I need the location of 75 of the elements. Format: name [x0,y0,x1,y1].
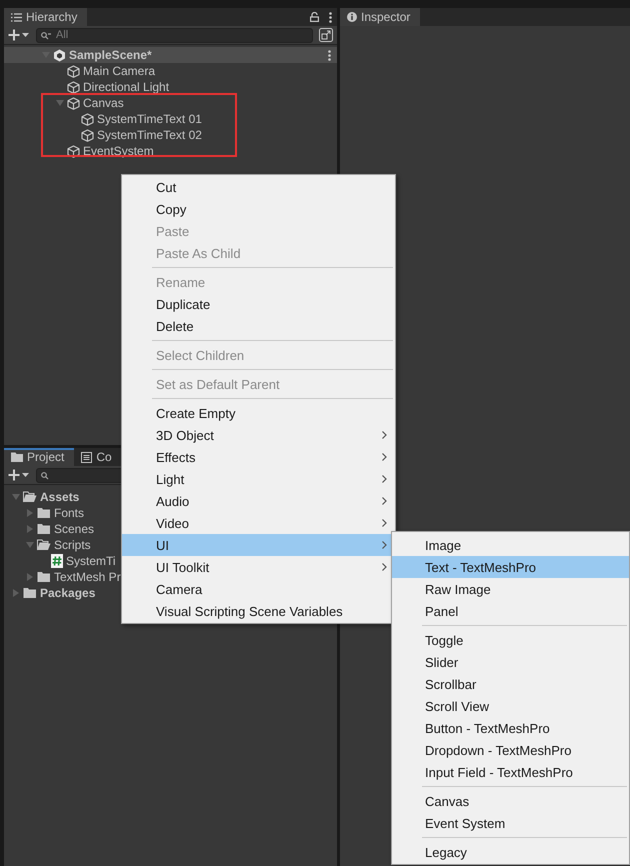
scene-icon [53,48,66,62]
folder-icon [37,523,51,535]
add-button[interactable] [8,469,30,481]
cube-icon [67,64,80,78]
more-icon[interactable] [328,50,331,60]
search-icon [41,32,51,40]
menu-item[interactable]: Panel [392,600,629,622]
folder-icon [37,507,51,519]
menu-item[interactable]: 3D Object [122,424,395,446]
search-icon [41,472,49,480]
menu-item[interactable]: Scroll View [392,695,629,717]
tree-item-label[interactable]: TextMesh Pr [54,570,121,584]
tree-item-label[interactable]: Directional Light [83,80,170,94]
tree-item-label[interactable]: SystemTimeText 01 [97,112,202,126]
add-button[interactable] [8,29,30,41]
open-folder-icon [37,539,51,551]
tree-item-label[interactable]: Main Camera [83,64,156,78]
menu-item[interactable]: Visual Scripting Scene Variables [122,600,395,622]
panel-tab[interactable]: Project [4,448,74,466]
console-icon [81,452,92,462]
lock-icon[interactable] [310,12,319,22]
tree-item-label[interactable]: Scenes [54,522,94,536]
cube-icon [81,128,94,142]
cube-icon [67,96,80,110]
menu-item[interactable]: Delete [122,315,395,337]
tree-item-label[interactable]: EventSystem [83,144,154,158]
tab-label: Hierarchy [26,10,78,24]
maximize-icon[interactable] [319,28,333,42]
cube-icon [81,112,94,126]
tab-label: Inspector [361,10,410,24]
menu-item[interactable]: Effects [122,446,395,468]
menu-item[interactable]: UI Toolkit [122,556,395,578]
info-icon [347,12,357,22]
menu-item[interactable]: Event System [392,812,629,834]
cube-icon [67,144,80,158]
menu-item[interactable]: Audio [122,490,395,512]
menu-item[interactable]: Camera [122,578,395,600]
menu-item[interactable]: Canvas [392,790,629,812]
menu-item[interactable]: Image [392,534,629,556]
script-icon [51,554,63,568]
hierarchy-tab[interactable]: Hierarchy [4,8,88,26]
search-field[interactable]: All [36,28,313,42]
tab-label: Project [27,450,64,464]
open-folder-icon [23,491,37,503]
menu-item[interactable]: Light [122,468,395,490]
menu-item[interactable]: Text - TextMeshPro [392,556,629,578]
folder-icon [23,587,37,599]
inspector-tab[interactable]: Inspector [340,8,420,26]
menu-item[interactable]: Video [122,512,395,534]
menu-item[interactable]: Button - TextMeshPro [392,717,629,739]
tree-item-label[interactable]: Assets [40,490,80,504]
menu-item[interactable]: Copy [122,198,395,220]
folder-icon [37,571,51,583]
tree-item-label[interactable]: Canvas [83,96,124,110]
folder-icon [11,452,23,462]
tab-label: Co [96,450,112,464]
menu-item[interactable]: Raw Image [392,578,629,600]
cube-icon [67,80,80,94]
menu-item[interactable]: Create Empty [122,402,395,424]
menu-item[interactable]: Toggle [392,629,629,651]
menu-item[interactable]: Legacy [392,841,629,863]
expand-arrow-icon[interactable] [56,99,64,107]
list-icon [11,12,22,22]
tree-item-label[interactable]: Packages [40,586,96,600]
menu-item[interactable]: Cut [122,176,395,198]
menu-item[interactable]: Dropdown - TextMeshPro [392,739,629,761]
tree-item-label[interactable]: Scripts [54,538,91,552]
menu-item[interactable]: Duplicate [122,293,395,315]
menu-item[interactable]: Slider [392,651,629,673]
tree-item-label[interactable]: SystemTi [66,554,116,568]
more-icon[interactable] [329,12,332,22]
tree-item-label[interactable]: SystemTimeText 02 [97,128,202,142]
menu-item[interactable]: Scrollbar [392,673,629,695]
tree-item-label[interactable]: Fonts [54,506,84,520]
menu-item[interactable]: Input Field - TextMeshPro [392,761,629,783]
